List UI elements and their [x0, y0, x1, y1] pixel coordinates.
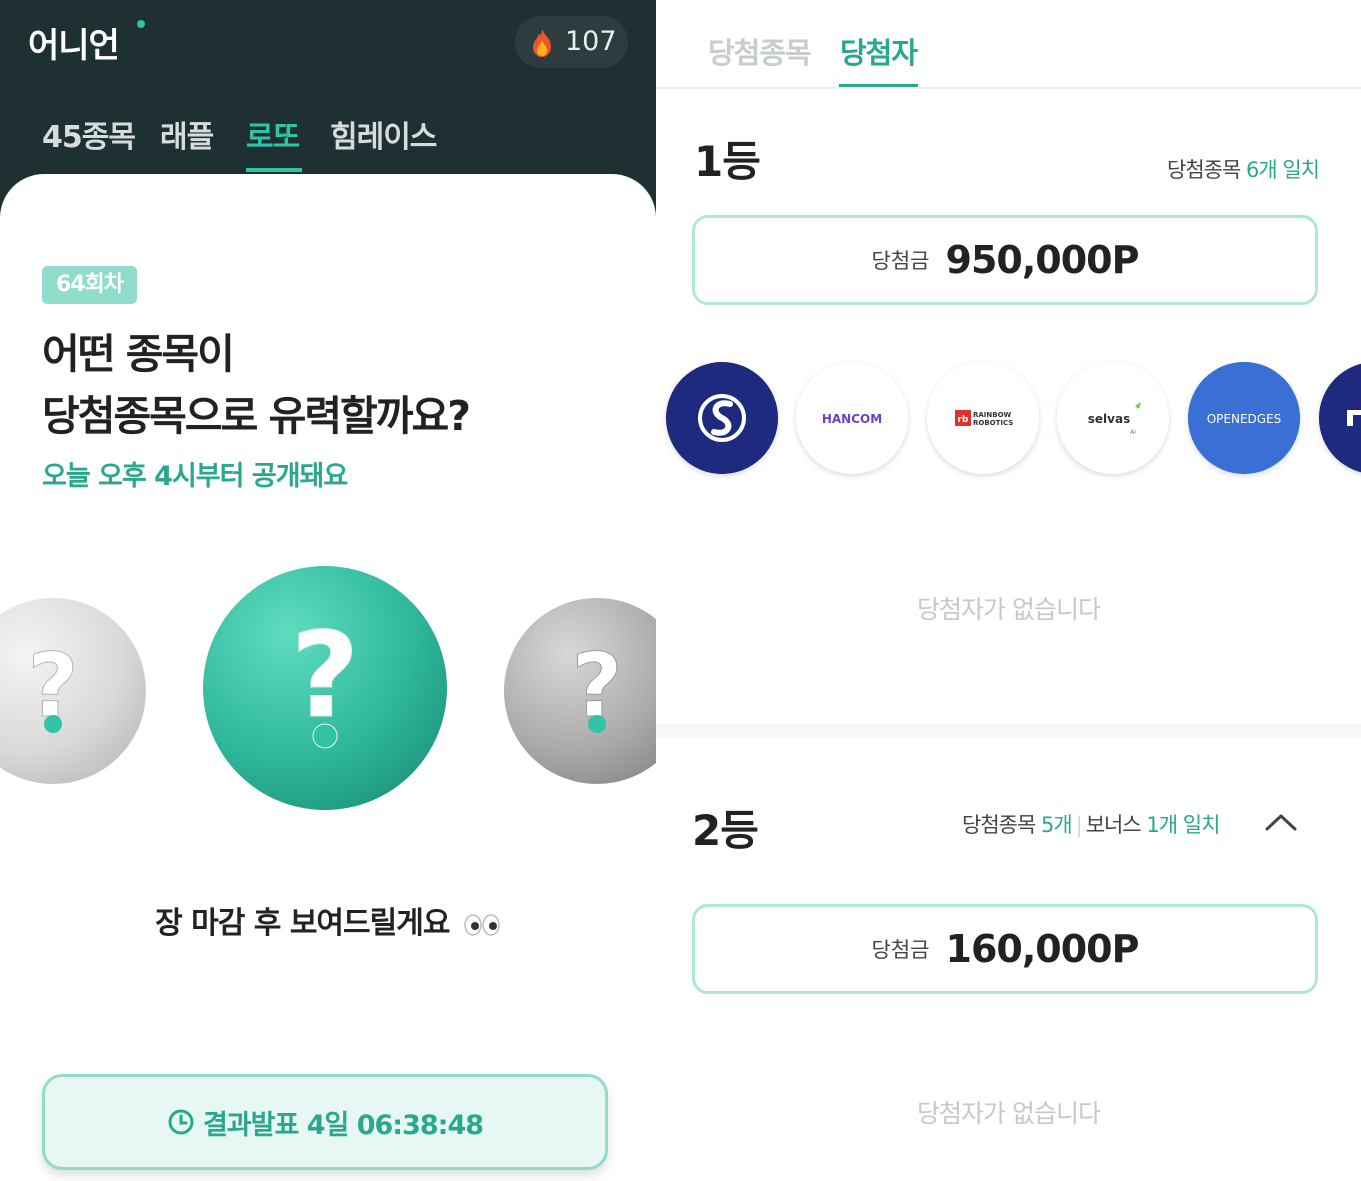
selvas-wordmark-icon: selvas AI: [1057, 362, 1169, 474]
svg-text:HANCOM: HANCOM: [822, 412, 882, 426]
mystery-ball-right: ?: [502, 596, 656, 786]
svg-text:ROBOTICS: ROBOTICS: [973, 419, 1013, 427]
openedges-wordmark-icon: OPENEDGES: [1188, 362, 1300, 474]
bonus-label: 보너스: [1085, 813, 1142, 837]
question-ball-icon: ?: [203, 566, 447, 810]
separator: |: [1075, 813, 1083, 837]
tab-him-race[interactable]: 힘레이스: [330, 112, 437, 156]
mystery-ball-left: ?: [0, 596, 148, 786]
app-logo: 어니언: [28, 26, 120, 66]
prize-label: 당첨금: [871, 249, 930, 273]
openedges-logo-icon[interactable]: OPENEDGES: [1188, 362, 1300, 474]
rank-2-match-info: 당첨종목 5개 | 보너스 1개 일치: [962, 809, 1220, 839]
prize-label: 당첨금: [871, 938, 930, 962]
winners-screen: 당첨종목 당첨자 1등 당첨종목 6개 일치 당첨금 950,000P HANC…: [656, 0, 1361, 1181]
main-nav: 45종목 래플 로또 힘레이스: [0, 112, 656, 174]
logo-dot-icon: [137, 20, 145, 28]
rank-1-match-info: 당첨종목 6개 일치: [1167, 154, 1320, 184]
svg-text:OPENEDGES: OPENEDGES: [1207, 412, 1282, 426]
after-close-message: 장 마감 후 보여드릴게요: [0, 898, 656, 942]
after-close-text: 장 마감 후 보여드릴게요: [155, 906, 450, 941]
svg-text:selvas: selvas: [1088, 412, 1130, 426]
shinhan-logo-icon[interactable]: [666, 362, 778, 474]
svg-text:rb: rb: [958, 415, 969, 425]
points-badge[interactable]: 107: [515, 16, 628, 68]
hancom-logo-icon[interactable]: HANCOM: [796, 362, 908, 474]
rainbow-robotics-logo-icon[interactable]: rb RAINBOW ROBOTICS: [927, 362, 1039, 474]
rank-1-no-winner: 당첨자가 없습니다: [917, 595, 1101, 624]
points-value: 107: [565, 26, 617, 57]
rank-2-title: 2등: [692, 806, 759, 855]
section-divider: [656, 724, 1361, 738]
shinhan-emblem-icon: [666, 362, 778, 474]
rank-1-prize-box: 당첨금 950,000P: [692, 215, 1318, 305]
tab-45-stocks[interactable]: 45종목: [42, 112, 136, 156]
mystery-ball-center: ?: [201, 564, 449, 812]
rank-2-no-winner: 당첨자가 없습니다: [917, 1099, 1101, 1128]
lotto-screen: 어니언 107 45종목 래플 로또 힘레이스 64회차 어떤 종목이 당첨종목…: [0, 0, 656, 1181]
prize-amount: 950,000P: [945, 238, 1140, 282]
fire-icon: [533, 29, 551, 57]
bonus-count: 1개 일치: [1146, 813, 1220, 837]
tab-winners[interactable]: 당첨자: [840, 30, 918, 72]
reveal-time-text: 오늘 오후 4시부터 공개돼요: [42, 461, 348, 492]
clock-icon: [168, 1109, 194, 1135]
active-tab-indicator: [246, 168, 302, 172]
question-ball-icon: ?: [504, 598, 656, 784]
result-countdown-button[interactable]: 결과발표 4일 06:38:48: [42, 1074, 608, 1170]
tab-divider: [656, 87, 1361, 89]
headline-line1: 어떤 종목이: [42, 330, 235, 378]
svg-text:AI: AI: [1130, 429, 1136, 436]
rank-2-prize-box: 당첨금 160,000P: [692, 904, 1318, 994]
svg-text:RAINBOW: RAINBOW: [973, 411, 1012, 419]
round-badge: 64회차: [42, 266, 137, 304]
question-ball-icon: ?: [0, 598, 146, 784]
svg-text:?: ?: [291, 606, 359, 744]
result-countdown-label: 결과발표 4일 06:38:48: [202, 1109, 484, 1141]
headline-line2: 당첨종목으로 유력할까요?: [42, 392, 471, 440]
eyes-emoji-icon: [464, 913, 500, 936]
match-count: 6개 일치: [1246, 158, 1320, 182]
rainbow-robotics-wordmark-icon: rb RAINBOW ROBOTICS: [927, 362, 1039, 474]
partial-logo-icon[interactable]: [1319, 362, 1361, 474]
match-label: 당첨종목: [1167, 158, 1241, 182]
tab-winning-stocks[interactable]: 당첨종목: [708, 30, 812, 72]
hancom-wordmark-icon: HANCOM: [796, 362, 908, 474]
match-count: 5개: [1040, 813, 1073, 837]
chevron-up-icon[interactable]: [1264, 808, 1298, 834]
tab-lotto[interactable]: 로또: [246, 112, 300, 156]
prize-amount: 160,000P: [945, 927, 1140, 971]
partial-emblem-icon: [1319, 363, 1361, 473]
rank-1-title: 1등: [694, 137, 761, 186]
tab-raffle[interactable]: 래플: [160, 112, 214, 156]
selvas-logo-icon[interactable]: selvas AI: [1057, 362, 1169, 474]
match-label: 당첨종목: [962, 813, 1036, 837]
